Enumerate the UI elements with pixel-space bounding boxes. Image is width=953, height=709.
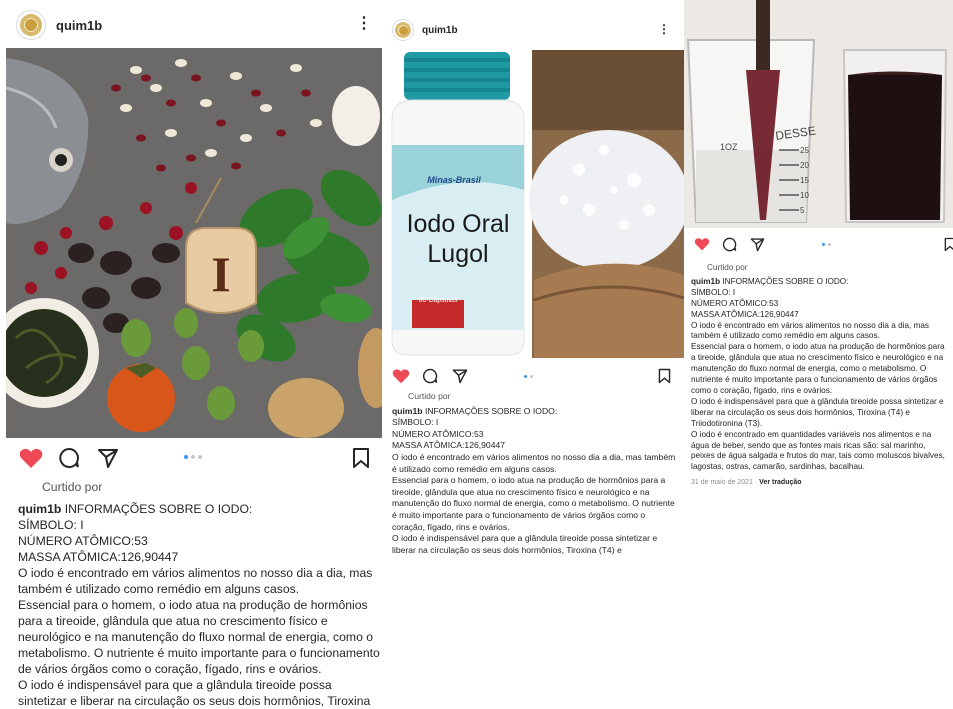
cup-oz: 1OZ <box>720 142 738 152</box>
caption-paragraph-4: O iodo é encontrado em quantidades variá… <box>691 429 945 472</box>
atomic-mass-line: MASSA ATÔMICA:126,90447 <box>18 550 179 564</box>
liked-by-label: Curtido por <box>42 480 103 494</box>
caption-paragraph-2: Essencial para o homem, o iodo atua na p… <box>18 598 380 676</box>
cup-mark-10: 10 <box>800 191 809 200</box>
post-date-line: 31 de maio de 2021 · Ver tradução <box>691 478 951 489</box>
atomic-number-line: NÚMERO ATÔMICO:53 <box>691 298 779 308</box>
atomic-number-line: NÚMERO ATÔMICO:53 <box>18 534 148 548</box>
post-photo-iodine-foods[interactable]: I <box>6 48 382 438</box>
avatar[interactable] <box>16 10 46 40</box>
symbol-line: SÍMBOLO: I <box>691 287 736 297</box>
caption-paragraph-3: O iodo é indispensável para que a glându… <box>691 396 944 428</box>
caption-username[interactable]: quim1b <box>691 277 720 286</box>
caption-paragraph-3: O iodo é indispensável para que a glându… <box>18 678 371 708</box>
carousel-dots[interactable] <box>822 243 831 246</box>
caption-paragraph-1: O iodo é encontrado em vários alimentos … <box>18 566 373 596</box>
comment-icon[interactable] <box>722 237 737 252</box>
caption-username[interactable]: quim1b <box>18 502 61 516</box>
bookmark-icon[interactable] <box>658 368 671 384</box>
post-caption: Curtido por quim1b INFORMAÇÕES SOBRE O I… <box>18 479 382 709</box>
post-panel-3: DESSE 1OZ 25 20 15 10 5 Curtido por quim… <box>684 0 953 530</box>
post-caption: Curtido por quim1b INFORMAÇÕES SOBRE O I… <box>691 263 951 489</box>
more-options-icon[interactable]: ⋮ <box>658 22 670 36</box>
avatar[interactable] <box>392 19 414 41</box>
caption-paragraph-1: O iodo é encontrado em vários alimentos … <box>691 320 930 341</box>
post-actions <box>0 443 384 473</box>
bottle-brand: Minas-Brasil <box>427 175 481 185</box>
post-photo-beakers[interactable]: DESSE 1OZ 25 20 15 10 5 <box>684 0 953 228</box>
heart-icon[interactable] <box>392 368 410 384</box>
share-icon[interactable] <box>750 237 765 252</box>
cup-mark-5: 5 <box>800 206 805 215</box>
post-actions <box>384 364 684 394</box>
liked-by-label: Curtido por <box>707 263 748 272</box>
see-translation-link[interactable]: Ver tradução <box>759 479 801 486</box>
caption-paragraph-1: O iodo é encontrado em vários alimentos … <box>392 451 676 474</box>
username[interactable]: quim1b <box>422 25 458 36</box>
post-photo-lugol-salt[interactable]: Minas-Brasil Iodo Oral Lugol 60 Cápsulas <box>384 50 684 358</box>
carousel-dots[interactable] <box>524 375 533 378</box>
bottle-label-line1: Iodo Oral <box>407 210 510 238</box>
heart-icon[interactable] <box>19 447 43 469</box>
liked-by-label: Curtido por <box>408 391 451 401</box>
bottle-label-line2: Lugol <box>427 240 488 268</box>
caption-title: INFORMAÇÕES SOBRE O IODO: <box>64 502 253 516</box>
carousel-dots[interactable] <box>184 455 202 459</box>
post-panel-2: quim1b ⋮ Minas-Brasil Iodo Oral Lugol 60… <box>384 0 684 600</box>
share-icon[interactable] <box>452 368 468 384</box>
share-icon[interactable] <box>97 447 119 469</box>
post-panel-1: quim1b ⋮ I Curtido por quim1b INFORMAÇÕE… <box>0 0 384 709</box>
more-options-icon[interactable]: ⋮ <box>356 13 372 33</box>
caption-paragraph-3: O iodo é indispensável para que a glându… <box>392 533 658 555</box>
symbol-line: SÍMBOLO: I <box>18 518 84 532</box>
post-header: quim1b ⋮ <box>384 16 684 44</box>
comment-icon[interactable] <box>58 447 80 469</box>
symbol-line: SÍMBOLO: I <box>392 417 439 428</box>
comment-icon[interactable] <box>422 368 438 384</box>
caption-title: INFORMAÇÕES SOBRE O IODO: <box>424 405 558 416</box>
bottle-capsules: 60 Cápsulas <box>419 297 458 304</box>
bookmark-icon[interactable] <box>352 447 370 469</box>
caption-paragraph-2: Essencial para o homem, o iodo atua na p… <box>392 475 675 532</box>
cup-mark-20: 20 <box>800 161 809 170</box>
caption-title: INFORMAÇÕES SOBRE O IODO: <box>722 276 849 286</box>
heart-icon[interactable] <box>694 237 710 251</box>
caption-paragraph-2: Essencial para o homem, o iodo atua na p… <box>691 342 945 395</box>
atomic-mass-line: MASSA ATÔMICA:126,90447 <box>392 440 506 451</box>
caption-username[interactable]: quim1b <box>392 406 423 416</box>
post-caption: Curtido por quim1b INFORMAÇÕES SOBRE O I… <box>392 391 680 556</box>
tag-letter: I <box>211 246 230 302</box>
post-date: 31 de maio de 2021 <box>691 479 753 487</box>
username[interactable]: quim1b <box>56 18 102 33</box>
bookmark-icon[interactable] <box>944 237 953 252</box>
atomic-number-line: NÚMERO ATÔMICO:53 <box>392 428 484 439</box>
cup-mark-15: 15 <box>800 176 809 185</box>
cup-mark-25: 25 <box>800 146 809 155</box>
atomic-mass-line: MASSA ATÔMICA:126,90447 <box>691 309 799 319</box>
post-header: quim1b ⋮ <box>0 8 384 42</box>
date-separator: · <box>754 479 758 487</box>
post-actions <box>684 233 953 263</box>
